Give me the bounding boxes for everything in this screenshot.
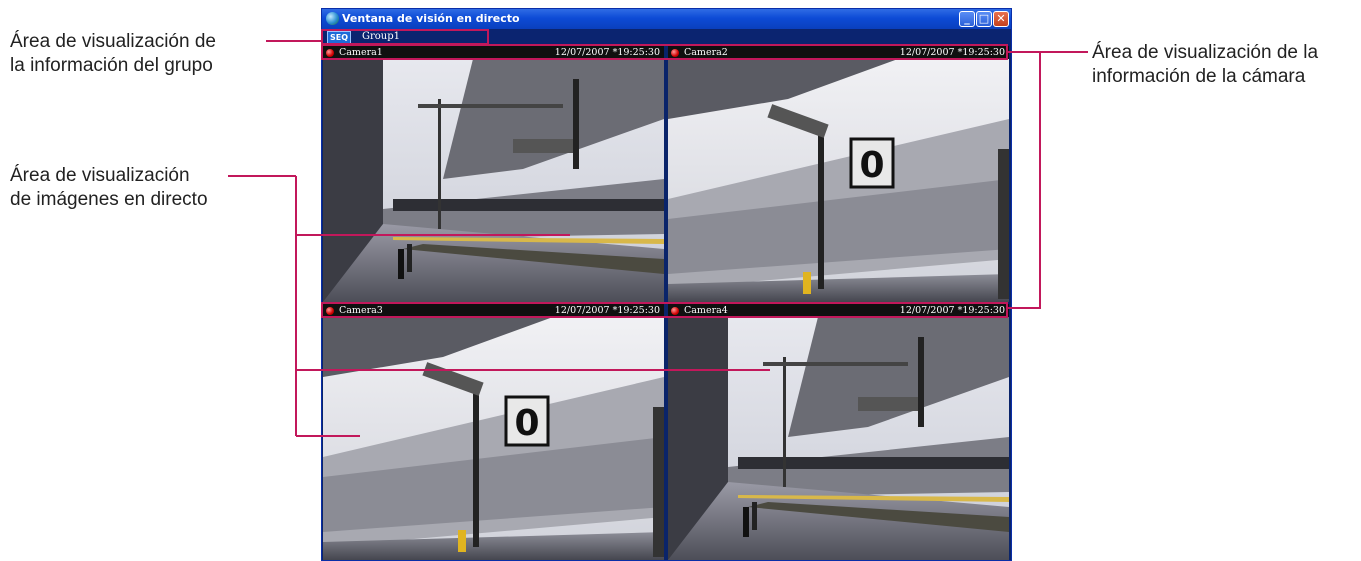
seq-badge[interactable]: SEQ — [327, 31, 351, 44]
window-title: Ventana de visión en directo — [342, 12, 520, 25]
sign-number: 0 — [514, 403, 539, 444]
live-view-window: Ventana de visión en directo _ □ ✕ SEQ G… — [321, 8, 1012, 561]
camera-panel-4[interactable]: Camera4 12/07/2007 *19:25:30 — [668, 304, 1009, 560]
callout-live-images: Área de visualización de imágenes en dir… — [10, 164, 208, 212]
callout-live-images-line2: de imágenes en directo — [10, 189, 208, 210]
recording-dot-icon — [326, 49, 334, 57]
camera-timestamp: 12/07/2007 *19:25:30 — [899, 305, 1005, 316]
platform-scene-image — [668, 317, 1009, 560]
callout-camera-info-line2: información de la cámara — [1092, 66, 1306, 87]
callout-group-info-line1: Área de visualización de — [10, 31, 216, 52]
camera-panel-3[interactable]: Camera3 12/07/2007 *19:25:30 0 — [323, 304, 664, 560]
callout-camera-info: Área de visualización de la información … — [1092, 41, 1318, 89]
sign-number: 0 — [859, 145, 884, 186]
camera-panel-1[interactable]: Camera1 12/07/2007 *19:25:30 — [323, 46, 664, 302]
globe-icon — [326, 12, 339, 25]
camera-timestamp: 12/07/2007 *19:25:30 — [554, 305, 660, 316]
callout-group-info-line2: la información del grupo — [10, 55, 213, 76]
group-name: Group1 — [362, 31, 400, 42]
camera-name: Camera4 — [684, 305, 728, 316]
camera-name: Camera2 — [684, 47, 728, 58]
callout-group-info: Área de visualización de la información … — [10, 30, 216, 78]
camera-info-bar: Camera3 12/07/2007 *19:25:30 — [323, 304, 664, 317]
recording-dot-icon — [671, 307, 679, 315]
live-image[interactable] — [668, 317, 1009, 560]
group-info-bar: SEQ Group1 — [322, 29, 1011, 45]
camera-info-bar: Camera2 12/07/2007 *19:25:30 — [668, 46, 1009, 59]
live-image[interactable]: 0 — [323, 317, 664, 560]
platform-scene-image: 0 — [668, 59, 1009, 302]
camera-info-bar: Camera1 12/07/2007 *19:25:30 — [323, 46, 664, 59]
camera-timestamp: 12/07/2007 *19:25:30 — [899, 47, 1005, 58]
camera-timestamp: 12/07/2007 *19:25:30 — [554, 47, 660, 58]
recording-dot-icon — [671, 49, 679, 57]
live-image[interactable] — [323, 59, 664, 302]
callout-camera-info-line1: Área de visualización de la — [1092, 42, 1319, 63]
camera-name: Camera1 — [339, 47, 383, 58]
title-bar[interactable]: Ventana de visión en directo _ □ ✕ — [322, 9, 1011, 29]
camera-info-bar: Camera4 12/07/2007 *19:25:30 — [668, 304, 1009, 317]
camera-name: Camera3 — [339, 305, 383, 316]
recording-dot-icon — [326, 307, 334, 315]
callout-live-images-line1: Área de visualización — [10, 165, 190, 186]
close-button[interactable]: ✕ — [993, 11, 1009, 27]
platform-scene-image — [323, 59, 664, 302]
minimize-button[interactable]: _ — [959, 11, 975, 27]
camera-panel-2[interactable]: Camera2 12/07/2007 *19:25:30 0 — [668, 46, 1009, 302]
maximize-button[interactable]: □ — [976, 11, 992, 27]
live-image[interactable]: 0 — [668, 59, 1009, 302]
platform-scene-image: 0 — [323, 317, 664, 560]
